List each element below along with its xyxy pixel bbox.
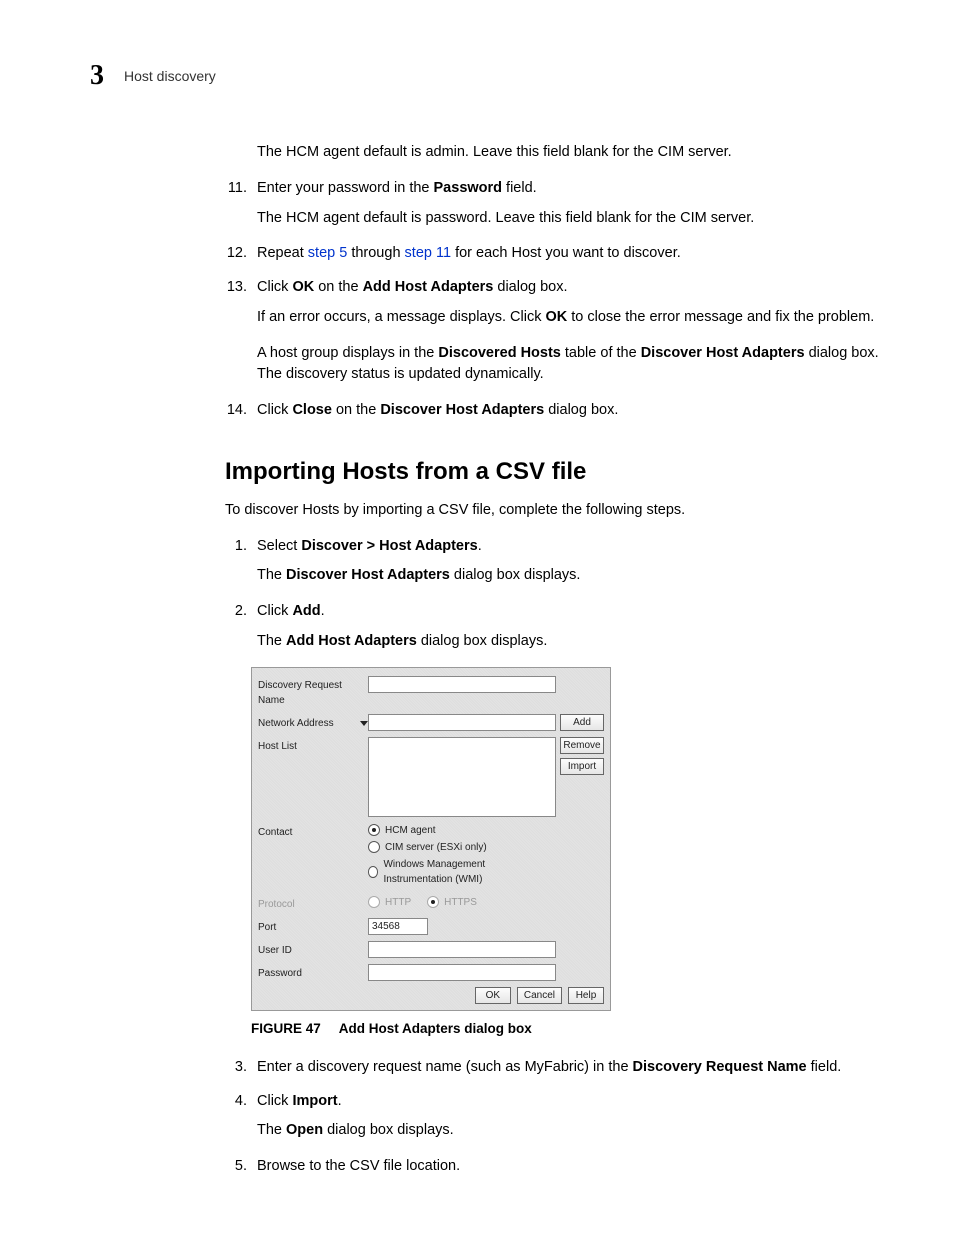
step-4: Click Import. The Open dialog box displa… bbox=[251, 1091, 884, 1143]
subsection-intro: To discover Hosts by importing a CSV fil… bbox=[225, 500, 884, 522]
help-button[interactable]: Help bbox=[568, 987, 604, 1004]
step-list-fresh: Select Discover > Host Adapters. The Dis… bbox=[225, 536, 884, 653]
radio-https bbox=[427, 896, 439, 908]
step-13-sub2: A host group displays in the Discovered … bbox=[257, 343, 884, 387]
radio-cim[interactable] bbox=[368, 841, 380, 853]
paragraph: The HCM agent default is admin. Leave th… bbox=[257, 142, 884, 164]
radio-wmi[interactable] bbox=[368, 866, 378, 878]
step-2: Click Add. The Add Host Adapters dialog … bbox=[251, 601, 884, 653]
step-1-sub: The Discover Host Adapters dialog box di… bbox=[257, 565, 884, 587]
section-title: Host discovery bbox=[124, 68, 216, 84]
host-list-box[interactable] bbox=[368, 737, 556, 817]
label-network-address: Network Address bbox=[258, 716, 334, 731]
step-list-continued: Enter your password in the Password fiel… bbox=[225, 178, 884, 422]
label-protocol: Protocol bbox=[258, 895, 368, 912]
step-11-sub: The HCM agent default is password. Leave… bbox=[257, 208, 884, 230]
label-discovery-request-name: Discovery Request Name bbox=[258, 676, 368, 708]
label-user-id: User ID bbox=[258, 941, 368, 958]
label-host-list: Host List bbox=[258, 737, 368, 754]
step-13: Click OK on the Add Host Adapters dialog… bbox=[251, 277, 884, 386]
step-12: Repeat step 5 through step 11 for each H… bbox=[251, 243, 884, 265]
page-header: 3 Host discovery bbox=[90, 60, 884, 92]
ok-button[interactable]: OK bbox=[475, 987, 511, 1004]
port-input[interactable]: 34568 bbox=[368, 918, 428, 935]
figure-caption: FIGURE 47 Add Host Adapters dialog box bbox=[251, 1019, 884, 1039]
add-host-adapters-dialog: Discovery Request Name Network Address A… bbox=[251, 667, 611, 1011]
step-1: Select Discover > Host Adapters. The Dis… bbox=[251, 536, 884, 588]
label-password: Password bbox=[258, 964, 368, 981]
import-button[interactable]: Import bbox=[560, 758, 604, 775]
step-2-sub: The Add Host Adapters dialog box display… bbox=[257, 631, 884, 653]
step-13-sub1: If an error occurs, a message displays. … bbox=[257, 307, 884, 329]
chapter-number: 3 bbox=[90, 60, 104, 92]
remove-button[interactable]: Remove bbox=[560, 737, 604, 754]
radio-hcm-agent[interactable] bbox=[368, 824, 380, 836]
step-list-fresh-continued: Enter a discovery request name (such as … bbox=[225, 1057, 884, 1178]
user-id-input[interactable] bbox=[368, 941, 556, 958]
step-5: Browse to the CSV file location. bbox=[251, 1156, 884, 1178]
step-11: Enter your password in the Password fiel… bbox=[251, 178, 884, 230]
password-input[interactable] bbox=[368, 964, 556, 981]
link-step-5[interactable]: step 5 bbox=[308, 245, 348, 261]
figure-text: Add Host Adapters dialog box bbox=[339, 1021, 532, 1036]
subsection-heading: Importing Hosts from a CSV file bbox=[225, 454, 884, 490]
step-14: Click Close on the Discover Host Adapter… bbox=[251, 400, 884, 422]
step-4-sub: The Open dialog box displays. bbox=[257, 1120, 884, 1142]
discovery-request-name-input[interactable] bbox=[368, 676, 556, 693]
cancel-button[interactable]: Cancel bbox=[517, 987, 562, 1004]
network-address-input[interactable] bbox=[368, 714, 556, 731]
radio-http bbox=[368, 896, 380, 908]
chevron-down-icon[interactable] bbox=[360, 721, 368, 726]
step-3: Enter a discovery request name (such as … bbox=[251, 1057, 884, 1079]
label-port: Port bbox=[258, 918, 368, 935]
link-step-11[interactable]: step 11 bbox=[405, 245, 452, 261]
label-contact: Contact bbox=[258, 823, 368, 840]
figure-label: FIGURE 47 bbox=[251, 1021, 321, 1036]
add-button[interactable]: Add bbox=[560, 714, 604, 731]
